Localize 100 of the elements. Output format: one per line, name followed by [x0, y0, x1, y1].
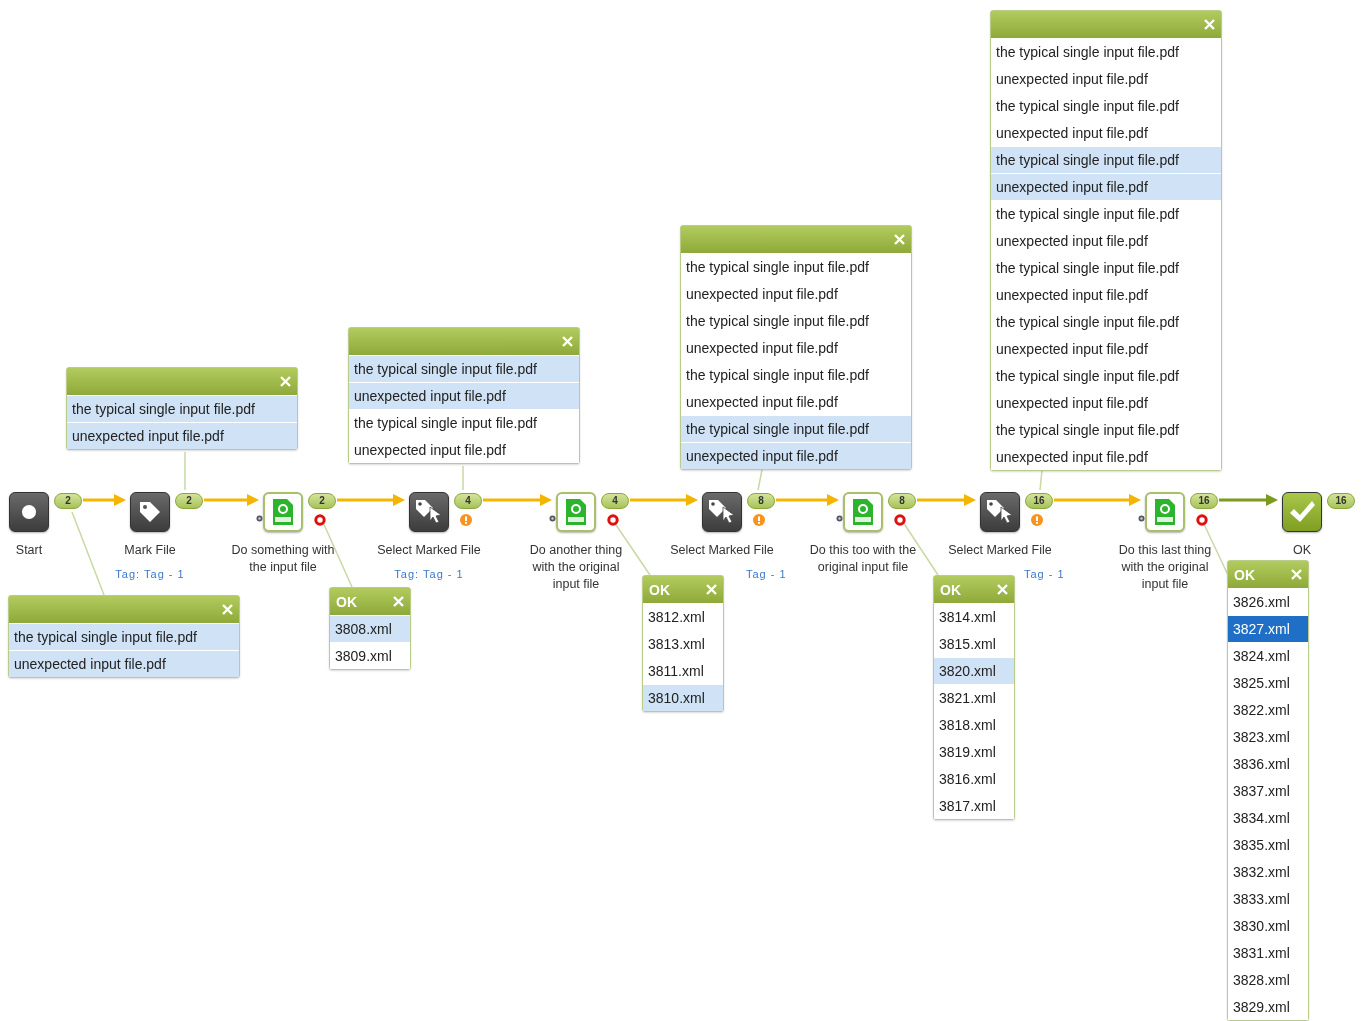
file-row[interactable]: 3815.xml	[934, 630, 1014, 657]
file-row[interactable]: the typical single input file.pdf	[681, 415, 911, 442]
gear-icon	[548, 514, 557, 523]
workflow-node[interactable]	[1145, 492, 1185, 532]
file-row[interactable]: 3832.xml	[1228, 858, 1308, 885]
workflow-node[interactable]	[980, 492, 1020, 532]
file-row[interactable]: the typical single input file.pdf	[991, 92, 1221, 119]
close-icon[interactable]	[706, 584, 717, 595]
file-row[interactable]: 3811.xml	[643, 657, 723, 684]
xml-file-icon	[272, 498, 294, 526]
count-badge: 2	[54, 493, 82, 509]
file-row[interactable]: 3824.xml	[1228, 642, 1308, 669]
node-label: Mark File	[123, 542, 177, 559]
workflow-node[interactable]	[130, 492, 170, 532]
file-row[interactable]: 3809.xml	[330, 642, 410, 669]
file-row[interactable]: the typical single input file.pdf	[681, 361, 911, 388]
file-row[interactable]: 3812.xml	[643, 603, 723, 630]
file-row[interactable]: 3825.xml	[1228, 669, 1308, 696]
file-row[interactable]: unexpected input file.pdf	[349, 382, 579, 409]
file-row[interactable]: 3816.xml	[934, 765, 1014, 792]
close-icon[interactable]	[393, 596, 404, 607]
close-icon[interactable]	[562, 336, 573, 347]
file-row[interactable]: 3829.xml	[1228, 993, 1308, 1020]
node-label: Do this last thing with the original input file	[1117, 542, 1213, 593]
file-row[interactable]: 3814.xml	[934, 603, 1014, 630]
file-row[interactable]: 3808.xml	[330, 615, 410, 642]
file-row[interactable]: the typical single input file.pdf	[991, 146, 1221, 173]
file-row[interactable]: unexpected input file.pdf	[991, 335, 1221, 362]
close-icon[interactable]	[1204, 19, 1215, 30]
flow-arrow	[204, 494, 259, 506]
file-row[interactable]: 3827.xml	[1228, 615, 1308, 642]
file-row[interactable]: the typical single input file.pdf	[991, 362, 1221, 389]
file-row[interactable]: the typical single input file.pdf	[681, 307, 911, 334]
file-row[interactable]: unexpected input file.pdf	[991, 227, 1221, 254]
file-row[interactable]: 3831.xml	[1228, 939, 1308, 966]
file-row[interactable]: 3830.xml	[1228, 912, 1308, 939]
file-row[interactable]: the typical single input file.pdf	[991, 308, 1221, 335]
count-badge: 4	[601, 493, 629, 509]
workflow-node[interactable]	[9, 492, 49, 532]
xml-file-icon	[1154, 498, 1176, 526]
workflow-node[interactable]	[409, 492, 449, 532]
file-row[interactable]: the typical single input file.pdf	[681, 253, 911, 280]
popup-title: OK	[1234, 566, 1255, 583]
tag-label: Tag - 1	[746, 568, 787, 580]
file-row[interactable]: 3820.xml	[934, 657, 1014, 684]
close-icon[interactable]	[222, 604, 233, 615]
node-label: Do another thing with the original input file	[528, 542, 624, 593]
file-row[interactable]: unexpected input file.pdf	[991, 443, 1221, 470]
file-row[interactable]: unexpected input file.pdf	[991, 65, 1221, 92]
workflow-node[interactable]	[556, 492, 596, 532]
file-row[interactable]: unexpected input file.pdf	[349, 436, 579, 463]
file-row[interactable]: 3810.xml	[643, 684, 723, 711]
close-icon[interactable]	[1291, 569, 1302, 580]
file-row[interactable]: 3823.xml	[1228, 723, 1308, 750]
file-row[interactable]: unexpected input file.pdf	[991, 389, 1221, 416]
workflow-node[interactable]	[263, 492, 303, 532]
workflow-node[interactable]	[843, 492, 883, 532]
tag-label: Tag: Tag - 1	[115, 568, 185, 580]
file-row[interactable]: the typical single input file.pdf	[349, 409, 579, 436]
file-row[interactable]: 3834.xml	[1228, 804, 1308, 831]
file-row[interactable]: the typical single input file.pdf	[991, 38, 1221, 65]
file-row[interactable]: 3828.xml	[1228, 966, 1308, 993]
file-row[interactable]: the typical single input file.pdf	[9, 623, 239, 650]
file-row[interactable]: the typical single input file.pdf	[991, 416, 1221, 443]
file-row[interactable]: unexpected input file.pdf	[681, 442, 911, 469]
leader-line	[1039, 469, 1043, 491]
file-row[interactable]: 3826.xml	[1228, 588, 1308, 615]
flow-arrow	[630, 494, 698, 506]
file-row[interactable]: 3822.xml	[1228, 696, 1308, 723]
file-row[interactable]: unexpected input file.pdf	[681, 388, 911, 415]
file-row[interactable]: the typical single input file.pdf	[67, 395, 297, 422]
file-row[interactable]: the typical single input file.pdf	[991, 200, 1221, 227]
close-icon[interactable]	[997, 584, 1008, 595]
file-row[interactable]: the typical single input file.pdf	[349, 355, 579, 382]
file-row[interactable]: 3817.xml	[934, 792, 1014, 819]
flow-arrow	[83, 494, 126, 506]
file-row[interactable]: 3821.xml	[934, 684, 1014, 711]
flow-arrow	[1219, 494, 1278, 506]
file-row[interactable]: 3813.xml	[643, 630, 723, 657]
close-icon[interactable]	[280, 376, 291, 387]
file-row[interactable]: the typical single input file.pdf	[991, 254, 1221, 281]
file-row[interactable]: 3833.xml	[1228, 885, 1308, 912]
file-row[interactable]: unexpected input file.pdf	[681, 334, 911, 361]
file-row[interactable]: unexpected input file.pdf	[681, 280, 911, 307]
file-row[interactable]: 3818.xml	[934, 711, 1014, 738]
xml-file-icon	[852, 498, 874, 526]
file-row[interactable]: unexpected input file.pdf	[67, 422, 297, 449]
file-row[interactable]: unexpected input file.pdf	[991, 173, 1221, 200]
file-row[interactable]: 3836.xml	[1228, 750, 1308, 777]
file-row[interactable]: unexpected input file.pdf	[991, 281, 1221, 308]
file-row[interactable]: unexpected input file.pdf	[991, 119, 1221, 146]
workflow-node[interactable]	[1282, 492, 1322, 532]
file-row[interactable]: 3837.xml	[1228, 777, 1308, 804]
close-icon[interactable]	[894, 234, 905, 245]
workflow-node[interactable]	[702, 492, 742, 532]
stop-icon	[21, 504, 37, 520]
file-row[interactable]: 3819.xml	[934, 738, 1014, 765]
file-row[interactable]: 3835.xml	[1228, 831, 1308, 858]
popup-title: OK	[336, 593, 357, 610]
file-row[interactable]: unexpected input file.pdf	[9, 650, 239, 677]
